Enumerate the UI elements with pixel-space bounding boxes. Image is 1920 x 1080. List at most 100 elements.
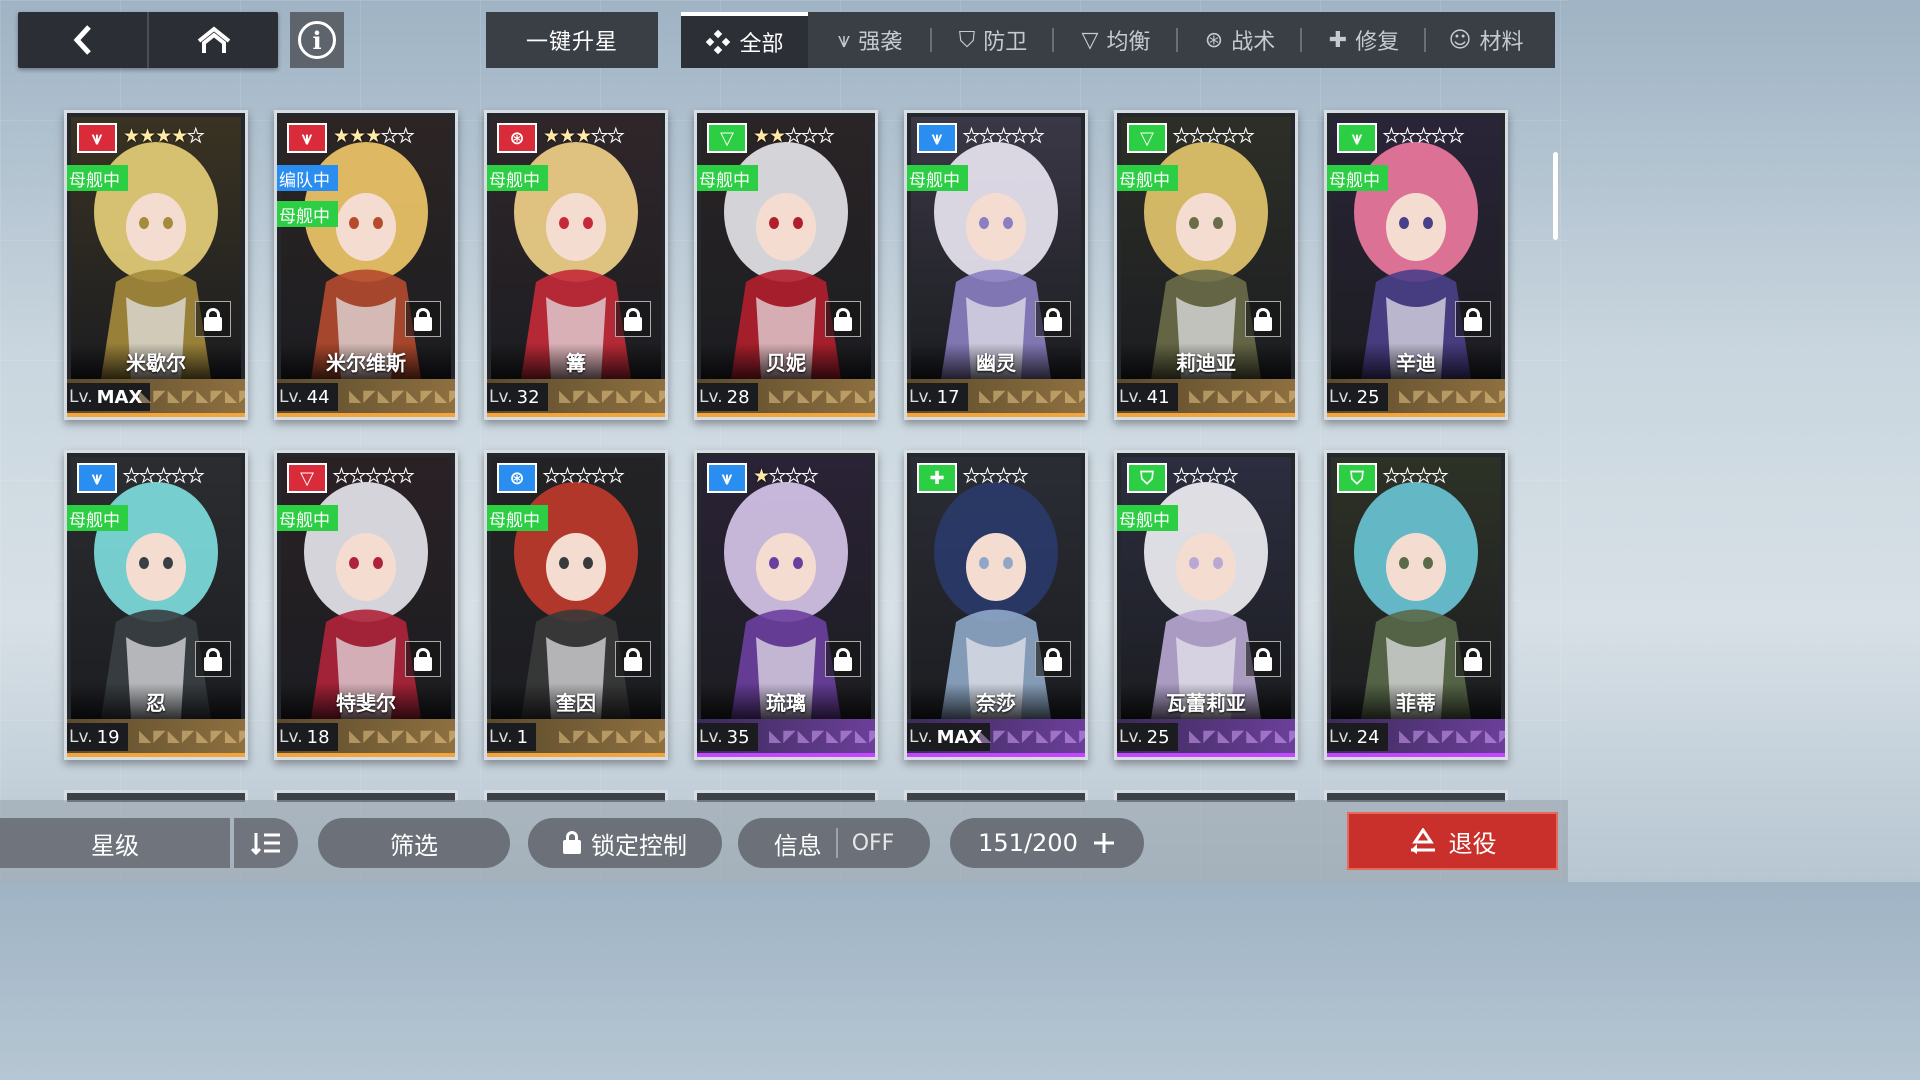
star-filled-icon: ★ [139,125,156,147]
level-bar: Lv. 32 ◣◤◣◤◣◤◣◤ [487,379,665,417]
character-card[interactable]: ⛉ ★★★★ 菲蒂 Lv. 24 ◣◤◣◤◣◤◣◤ [1324,450,1508,760]
one-click-upgrade-button[interactable]: 一键升星 [486,12,658,68]
star-empty-icon: ★ [979,465,997,488]
capacity-button[interactable]: 151/200 [950,818,1144,868]
character-name: 忍 [71,683,241,719]
level-bar: Lv. MAX ◣◤◣◤◣◤◣◤ [907,719,1085,757]
lock-icon[interactable] [1455,641,1491,677]
lock-icon[interactable] [615,641,651,677]
lock-icon[interactable] [1455,301,1491,337]
level-bar-pattern: ◣◤◣◤◣◤◣◤ [139,386,248,405]
character-card[interactable]: ⊛ ★★★★★ 母舰中篝 Lv. 32 ◣◤◣◤◣◤◣◤ [484,110,668,420]
character-name: 贝妮 [701,343,871,379]
info-toggle[interactable]: 信息 OFF [738,818,930,868]
level-label: Lv. 25 [1327,383,1388,411]
tab-defense[interactable]: ⛉ 防卫 [932,12,1054,68]
character-portrait [1121,117,1291,379]
level-value: 25 [1146,726,1170,748]
level-label: Lv. 19 [67,723,128,751]
home-icon [197,26,230,53]
lock-control-button[interactable]: 锁定控制 [528,818,722,868]
character-card[interactable]: ⩛ ★★★★★ 母舰中忍 Lv. 19 ◣◤◣◤◣◤◣◤ [64,450,248,760]
tab-tactics[interactable]: ⊛ 战术 [1178,12,1302,68]
scrollbar-thumb[interactable] [1553,152,1558,240]
character-card[interactable]: ✚ ★★★★ 奈莎 Lv. MAX ◣◤◣◤◣◤◣◤ [904,450,1088,760]
info-icon: i [298,21,336,59]
star-rating: ★★★★ [1382,463,1448,489]
assault-icon: ⩛ [837,27,851,53]
star-empty-icon: ★ [1189,465,1207,488]
character-card[interactable]: ⩛ ★★★★★ 母舰中 幽灵 Lv. 17 ◣◤◣◤◣◤◣◤ [904,110,1088,420]
level-bar: Lv. 1 ◣◤◣◤◣◤◣◤ [487,719,665,757]
character-card[interactable]: ▽ ★★★★★ 母舰中 贝妮 Lv. 28 ◣◤◣◤◣◤◣◤ [694,110,878,420]
character-card[interactable]: ⛉ ★★★★ 母舰中 瓦蕾莉亚 Lv. 25 ◣◤◣◤◣◤◣◤ [1114,450,1298,760]
level-prefix: Lv. [1329,727,1353,747]
level-prefix: Lv. [909,387,933,407]
lock-icon[interactable] [1245,301,1281,337]
star-empty-icon: ★ [962,465,980,488]
character-name: 奎因 [491,683,661,719]
home-button[interactable] [147,12,278,68]
star-rating: ★★★★★ [122,463,204,489]
balance-class-icon: ▽ [287,463,327,493]
star-empty-icon: ★ [397,465,415,488]
character-card[interactable]: ⩛ ★★★★★ 母舰中 米歇尔 Lv. MAX ◣◤◣◤◣◤◣◤ [64,110,248,420]
star-empty-icon: ★ [349,465,367,488]
star-empty-icon: ★ [381,465,399,488]
lock-icon[interactable] [195,641,231,677]
lock-icon[interactable] [825,301,861,337]
level-label: Lv. 18 [277,723,338,751]
character-card[interactable]: ⩛ ★★★★★ 母舰中 辛迪 Lv. 25 ◣◤◣◤◣◤◣◤ [1324,110,1508,420]
tab-label: 修复 [1355,30,1400,55]
filter-button[interactable]: 筛选 [318,818,510,868]
repair-icon: ✚ [1328,27,1348,53]
tab-balance[interactable]: ▽ 均衡 [1054,12,1178,68]
lock-icon[interactable] [1035,301,1071,337]
status-badge: 母舰中 [1327,165,1388,191]
lock-icon[interactable] [405,641,441,677]
star-empty-icon: ★ [607,125,625,148]
character-card[interactable]: ⩛ ★★★★★ 编队中 母舰中 米尔维斯 Lv. 44 ◣◤◣◤◣◤◣◤ [274,110,458,420]
character-card[interactable]: ▽ ★★★★★ 母舰中 特斐尔 Lv. 18 ◣◤◣◤◣◤◣◤ [274,450,458,760]
star-empty-icon: ★ [979,125,997,148]
level-prefix: Lv. [69,727,93,747]
star-filled-icon: ★ [753,125,770,147]
tab-material[interactable]: ☺ 材料 [1426,12,1546,68]
level-value: MAX [936,726,983,748]
status-badge: 母舰中 [487,165,548,191]
sort-order-button[interactable] [234,818,298,868]
star-empty-icon: ★ [559,465,577,488]
character-card[interactable]: ⊛ ★★★★★ 母舰中 奎因 Lv. 1 ◣◤◣◤◣◤◣◤ [484,450,668,760]
lock-icon[interactable] [1245,641,1281,677]
level-bar-pattern: ◣◤◣◤◣◤◣◤ [1399,386,1508,405]
lock-icon[interactable] [825,641,861,677]
retire-button[interactable]: 退役 [1347,812,1558,870]
character-card[interactable]: ▽ ★★★★★ 母舰中 莉迪亚 Lv. 41 ◣◤◣◤◣◤◣◤ [1114,110,1298,420]
back-button[interactable] [18,12,147,68]
tab-repair[interactable]: ✚ 修复 [1302,12,1426,68]
star-empty-icon: ★ [365,465,383,488]
lock-icon[interactable] [195,301,231,337]
star-empty-icon: ★ [575,465,593,488]
status-badge: 母舰中 [277,201,338,227]
star-empty-icon: ★ [607,465,625,488]
character-portrait [71,457,241,719]
character-name: 瓦蕾莉亚 [1121,683,1291,719]
tab-assault[interactable]: ⩛ 强袭 [808,12,932,68]
level-bar-pattern: ◣◤◣◤◣◤◣◤ [1399,726,1508,745]
tab-all[interactable]: 全部 [681,12,808,68]
star-rating: ★★★★ [1172,463,1238,489]
sort-by-stars-button[interactable]: 星级 [0,818,230,868]
star-empty-icon: ★ [1237,125,1255,148]
star-filled-icon: ★ [559,125,576,147]
lock-icon[interactable] [1035,641,1071,677]
lock-icon[interactable] [405,301,441,337]
level-value: 18 [306,726,330,748]
status-badge: 母舰中 [487,505,548,531]
defense-class-icon: ⛉ [1127,463,1167,493]
character-card[interactable]: ⩛ ★★★★ 琉璃 Lv. 35 ◣◤◣◤◣◤◣◤ [694,450,878,760]
lock-icon[interactable] [615,301,651,337]
level-label: Lv. 17 [907,383,968,411]
info-button[interactable]: i [290,12,344,68]
star-rating: ★★★★ [753,463,819,489]
